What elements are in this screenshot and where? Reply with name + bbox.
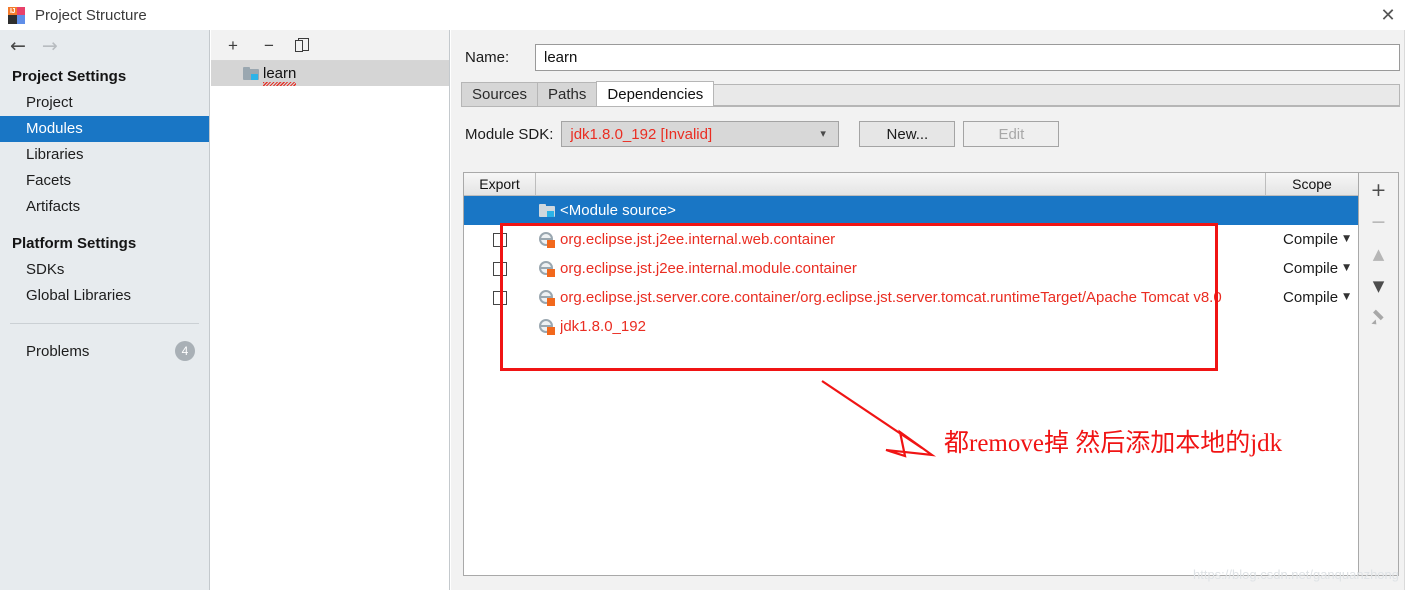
export-checkbox[interactable] xyxy=(493,232,507,247)
export-cell xyxy=(464,232,536,247)
chevron-down-icon: ▼ xyxy=(1343,234,1350,244)
module-list-item-label: learn xyxy=(263,65,297,86)
dependency-name-cell: <Module source> xyxy=(536,202,1266,219)
scope-value: Compile xyxy=(1283,231,1339,248)
scope-cell[interactable]: Compile ▼ xyxy=(1266,231,1358,248)
dependency-name-text: org.eclipse.jst.j2ee.internal.module.con… xyxy=(560,260,857,277)
export-checkbox[interactable] xyxy=(493,261,507,276)
chevron-down-icon: ▼ xyxy=(1343,263,1350,273)
sidebar-item-problems[interactable]: Problems 4 xyxy=(0,338,209,364)
name-label: Name: xyxy=(465,49,510,66)
pencil-icon xyxy=(1371,309,1386,327)
sidebar-item-sdks[interactable]: SDKs xyxy=(0,257,209,283)
dependency-name-cell: jdk1.8.0_192 xyxy=(536,318,1266,335)
sidebar-divider xyxy=(10,323,199,324)
dependency-name-text: org.eclipse.jst.j2ee.internal.web.contai… xyxy=(560,231,836,248)
table-row[interactable]: <Module source> xyxy=(464,196,1358,225)
remove-dependency-button[interactable]: − xyxy=(1364,209,1394,235)
close-icon[interactable]: ✕ xyxy=(1365,0,1411,30)
dependency-name-cell: org.eclipse.jst.server.core.container/or… xyxy=(536,289,1266,306)
sidebar-item-artifacts[interactable]: Artifacts xyxy=(0,194,209,220)
section-heading-platform-settings: Platform Settings xyxy=(12,235,137,252)
module-source-folder-icon xyxy=(539,204,555,217)
window-title: Project Structure xyxy=(35,6,147,24)
column-header-export[interactable]: Export xyxy=(464,173,536,195)
copy-module-icon[interactable] xyxy=(295,37,310,53)
sidebar-nav-arrows: ← → xyxy=(0,30,209,63)
library-icon xyxy=(539,289,555,306)
tab-filler xyxy=(712,84,1400,106)
scope-cell[interactable]: Compile ▼ xyxy=(1266,260,1358,277)
sidebar-item-facets[interactable]: Facets xyxy=(0,168,209,194)
section-heading-project-settings: Project Settings xyxy=(12,68,127,85)
module-tabs: Sources Paths Dependencies xyxy=(461,81,1400,107)
table-row[interactable]: org.eclipse.jst.j2ee.internal.web.contai… xyxy=(464,225,1358,254)
intellij-idea-icon: IJ xyxy=(8,6,25,24)
edit-sdk-button[interactable]: Edit xyxy=(963,121,1060,147)
problems-label: Problems xyxy=(26,342,90,360)
add-dependency-button[interactable]: + xyxy=(1364,177,1394,203)
library-icon xyxy=(539,260,555,277)
dependency-name-cell: org.eclipse.jst.j2ee.internal.web.contai… xyxy=(536,231,1266,248)
module-sdk-label: Module SDK: xyxy=(465,125,554,143)
sidebar-item-modules[interactable]: Modules xyxy=(0,116,209,142)
dependency-name-cell: org.eclipse.jst.j2ee.internal.module.con… xyxy=(536,260,1266,277)
sidebar-item-project[interactable]: Project xyxy=(0,90,209,116)
table-row[interactable]: org.eclipse.jst.j2ee.internal.module.con… xyxy=(464,254,1358,283)
new-sdk-button[interactable]: New... xyxy=(859,121,956,147)
tab-dependencies[interactable]: Dependencies xyxy=(596,81,715,106)
project-structure-dialog: IJ Project Structure ✕ ← → Project Setti… xyxy=(0,0,1411,590)
dependencies-side-toolbar: + − ▲ ▼ xyxy=(1359,172,1399,576)
export-checkbox[interactable] xyxy=(493,290,507,305)
module-sdk-select[interactable]: jdk1.8.0_192 [Invalid] ▾ xyxy=(561,121,840,147)
chevron-down-icon: ▼ xyxy=(1343,292,1350,302)
move-up-button[interactable]: ▲ xyxy=(1364,241,1394,267)
module-list-item-learn[interactable]: learn xyxy=(211,61,449,86)
forward-arrow-icon[interactable]: → xyxy=(42,37,58,56)
scope-cell[interactable]: Compile ▼ xyxy=(1266,289,1358,306)
module-sdk-row: Module SDK: jdk1.8.0_192 [Invalid] ▾ New… xyxy=(451,107,1411,147)
dependencies-table-wrap: Export Scope <Module source> org.eclipse… xyxy=(463,172,1399,576)
export-cell xyxy=(464,261,536,276)
add-module-button[interactable]: + xyxy=(223,35,243,55)
remove-module-button[interactable]: − xyxy=(259,35,279,55)
module-name-input[interactable] xyxy=(535,44,1400,71)
module-detail-pane: Name: Sources Paths Dependencies Module … xyxy=(451,30,1411,590)
export-cell xyxy=(464,290,536,305)
edit-dependency-button[interactable] xyxy=(1364,305,1394,331)
dependency-name-text: <Module source> xyxy=(560,202,676,219)
dependencies-table-header: Export Scope xyxy=(464,173,1358,196)
problems-count-badge: 4 xyxy=(175,341,195,361)
scope-value: Compile xyxy=(1283,289,1339,306)
back-arrow-icon[interactable]: ← xyxy=(10,37,26,56)
module-folder-icon xyxy=(243,67,259,80)
module-name-row: Name: xyxy=(451,30,1411,71)
tab-sources[interactable]: Sources xyxy=(461,82,539,106)
move-down-button[interactable]: ▼ xyxy=(1364,273,1394,299)
table-row[interactable]: jdk1.8.0_192 xyxy=(464,312,1358,341)
column-header-scope[interactable]: Scope xyxy=(1266,173,1358,195)
error-squiggle-underline xyxy=(263,82,297,86)
table-row[interactable]: org.eclipse.jst.server.core.container/or… xyxy=(464,283,1358,312)
modules-list-pane: + − learn xyxy=(211,30,450,590)
module-sdk-value: jdk1.8.0_192 [Invalid] xyxy=(570,125,713,143)
dependency-name-text: jdk1.8.0_192 xyxy=(560,318,646,335)
chevron-down-icon: ▾ xyxy=(820,127,826,140)
sidebar-item-global-libraries[interactable]: Global Libraries xyxy=(0,283,209,309)
dependency-name-text: org.eclipse.jst.server.core.container/or… xyxy=(560,289,1222,306)
library-icon xyxy=(539,231,555,248)
modules-toolbar: + − xyxy=(211,30,449,61)
dependencies-table: Export Scope <Module source> org.eclipse… xyxy=(463,172,1359,576)
module-name-text: learn xyxy=(263,65,297,82)
scope-value: Compile xyxy=(1283,260,1339,277)
sidebar-item-libraries[interactable]: Libraries xyxy=(0,142,209,168)
right-edge-scroll-strip[interactable] xyxy=(1404,30,1411,590)
sidebar: ← → Project Settings Project Modules Lib… xyxy=(0,30,210,590)
tab-paths[interactable]: Paths xyxy=(537,82,598,106)
title-bar: IJ Project Structure ✕ xyxy=(0,0,1411,30)
library-icon xyxy=(539,318,555,335)
column-header-name[interactable] xyxy=(536,173,1266,195)
